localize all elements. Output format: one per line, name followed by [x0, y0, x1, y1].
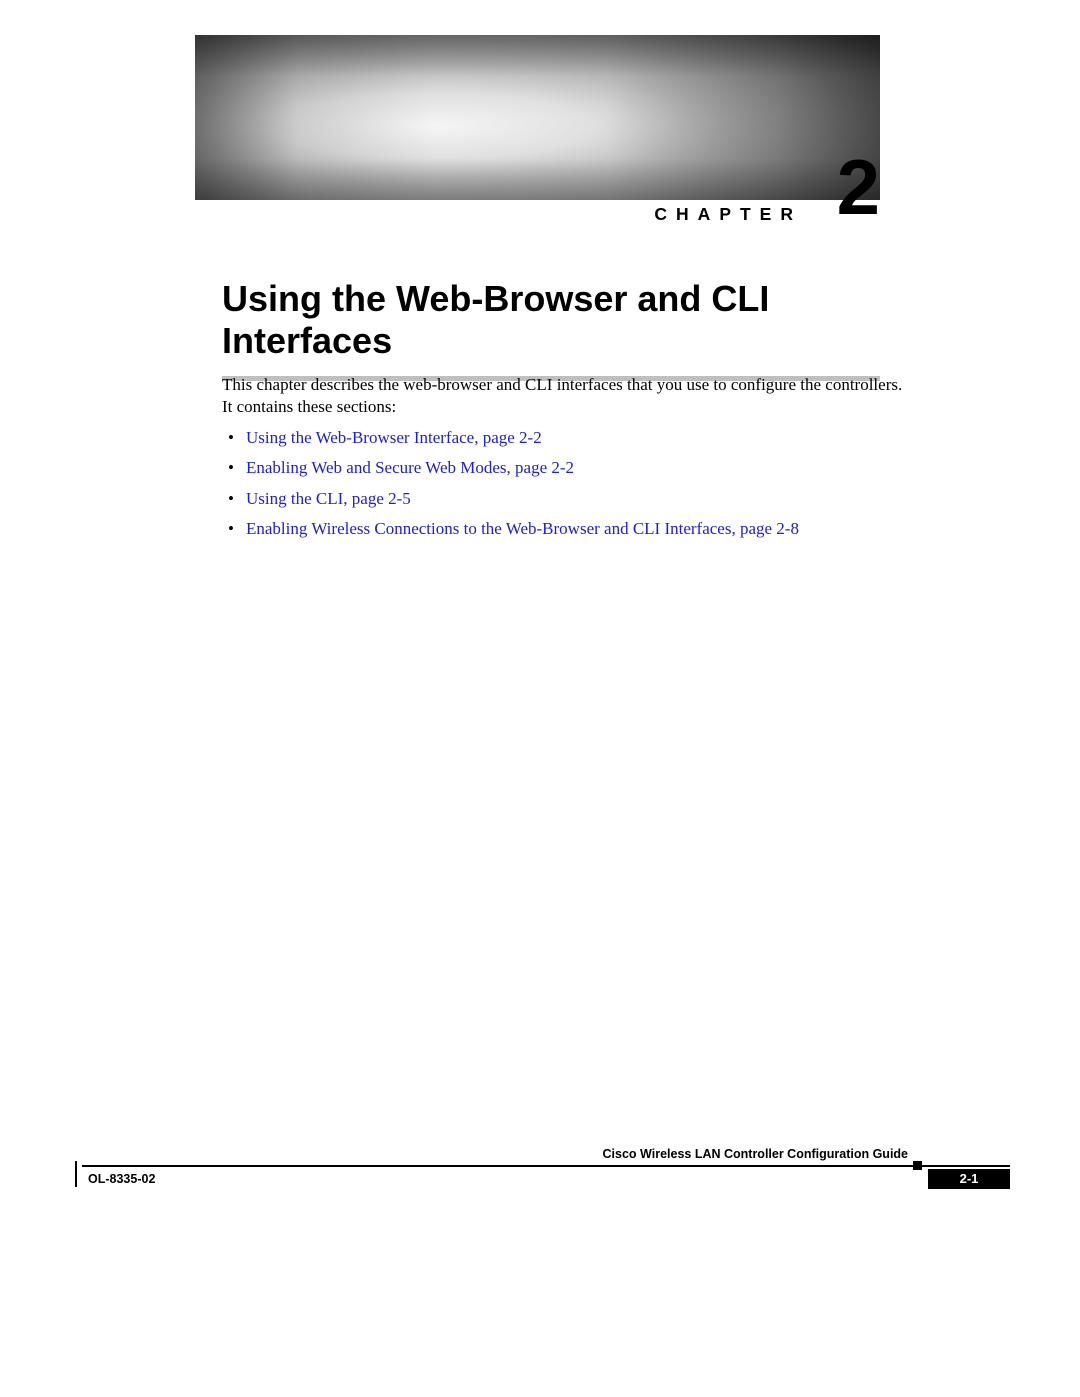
list-item: Enabling Wireless Connections to the Web…: [222, 518, 912, 540]
footer-row: OL-8335-02 2-1: [70, 1169, 1010, 1193]
footer-guide-title: Cisco Wireless LAN Controller Configurat…: [603, 1147, 908, 1161]
footer-rule-wrap: [70, 1165, 1010, 1167]
footer-page-number: 2-1: [928, 1169, 1010, 1189]
page: CHAPTER 2 Using the Web-Browser and CLI …: [0, 0, 1080, 1397]
banner-shade: [195, 35, 880, 200]
chapter-label: CHAPTER: [654, 204, 802, 225]
footer-doc-number: OL-8335-02: [88, 1172, 155, 1186]
title-block: Using the Web-Browser and CLI Interfaces: [222, 278, 880, 381]
section-links-list: Using the Web-Browser Interface, page 2-…: [222, 427, 912, 541]
section-link[interactable]: Enabling Web and Secure Web Modes, page …: [246, 458, 574, 477]
page-footer: Cisco Wireless LAN Controller Configurat…: [70, 1165, 1010, 1205]
intro-paragraph: This chapter describes the web-browser a…: [222, 374, 912, 419]
chapter-bar: CHAPTER 2: [195, 200, 880, 230]
list-item: Using the Web-Browser Interface, page 2-…: [222, 427, 912, 449]
list-item: Enabling Web and Secure Web Modes, page …: [222, 457, 912, 479]
chapter-title: Using the Web-Browser and CLI Interfaces: [222, 278, 880, 362]
section-link[interactable]: Using the CLI, page 2-5: [246, 489, 411, 508]
list-item: Using the CLI, page 2-5: [222, 488, 912, 510]
footer-tick-icon: [75, 1171, 77, 1187]
chapter-banner-image: [195, 35, 880, 200]
chapter-number: 2: [837, 148, 880, 226]
body-text: This chapter describes the web-browser a…: [222, 374, 912, 549]
section-link[interactable]: Enabling Wireless Connections to the Web…: [246, 519, 799, 538]
footer-rule: [82, 1165, 1010, 1167]
section-link[interactable]: Using the Web-Browser Interface, page 2-…: [246, 428, 542, 447]
